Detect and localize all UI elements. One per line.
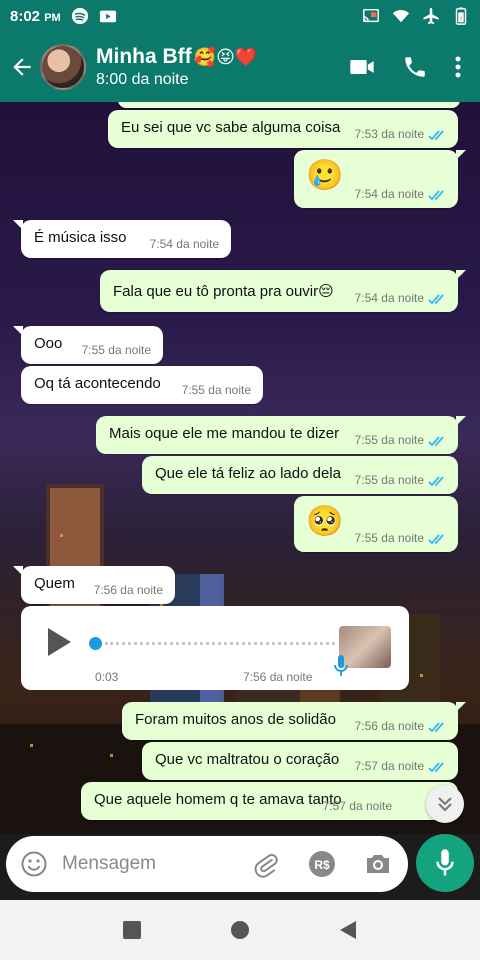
message-bubble-outgoing[interactable]: Eu sei que vc sabe alguma coisa 7:53 da … <box>108 110 458 148</box>
record-voice-button[interactable] <box>416 834 474 892</box>
back-arrow-icon <box>13 58 31 76</box>
read-ticks-icon <box>428 130 444 141</box>
cast-icon <box>363 8 379 23</box>
read-ticks-icon <box>428 190 444 201</box>
status-ampm: PM <box>44 11 61 24</box>
chat-area[interactable]: Eu sei que vc sabe alguma coisa 7:53 da … <box>0 102 480 834</box>
double-chevron-down-icon <box>438 797 452 812</box>
read-ticks-icon <box>428 294 444 305</box>
message-bubble-outgoing[interactable]: 🥺 7:55 da noite <box>294 496 458 552</box>
message-bubble-outgoing[interactable]: Foram muitos anos de solidão 7:56 da noi… <box>122 702 466 740</box>
contact-name: Minha Bff 🥰😝❤️ <box>96 45 258 68</box>
video-notification-icon <box>99 10 116 23</box>
spotify-icon <box>71 7 88 25</box>
read-ticks-icon <box>428 534 444 545</box>
read-ticks-icon <box>428 762 444 773</box>
camera-icon[interactable] <box>364 850 392 878</box>
message-bubble-incoming[interactable]: Quem 7:56 da noite <box>13 566 175 604</box>
mic-icon <box>436 849 454 876</box>
audio-duration: 0:03 <box>95 670 119 684</box>
message-composer: R$ <box>6 836 408 892</box>
message-bubble-outgoing[interactable]: Que vc maltratou o coração 7:57 da noite <box>142 742 458 780</box>
read-ticks-icon <box>428 722 444 733</box>
play-icon[interactable] <box>45 626 73 658</box>
read-ticks-icon <box>428 436 444 447</box>
message-bubble-partial <box>118 102 460 108</box>
audio-time: 7:56 da noite <box>243 670 313 684</box>
avatar[interactable] <box>40 44 86 90</box>
audio-progress-knob[interactable] <box>89 637 102 650</box>
payment-icon[interactable]: R$ <box>308 850 336 878</box>
message-input[interactable] <box>62 848 242 880</box>
contact-info[interactable]: Minha Bff 🥰😝❤️ 8:00 da noite <box>96 45 257 89</box>
read-ticks-icon <box>428 476 444 487</box>
more-vert-icon[interactable] <box>454 55 462 79</box>
message-bubble-outgoing[interactable]: Que aquele homem q te amava tanto 7:57 d… <box>81 782 458 820</box>
back-button[interactable] <box>4 49 40 85</box>
video-call-icon[interactable] <box>348 53 376 81</box>
svg-text:R$: R$ <box>314 858 330 872</box>
chat-header: Minha Bff 🥰😝❤️ 8:00 da noite <box>0 32 480 102</box>
airplane-icon <box>423 7 439 25</box>
message-bubble-outgoing[interactable]: Mais oque ele me mandou te dizer 7:55 da… <box>96 416 466 454</box>
mic-icon <box>334 655 348 676</box>
svg-text:!: ! <box>460 17 462 23</box>
message-bubble-outgoing[interactable]: 🥲 7:54 da noite <box>294 150 466 208</box>
emoji-icon[interactable] <box>20 850 48 878</box>
nav-recents-icon[interactable] <box>122 920 142 940</box>
status-time: 8:02 PM <box>10 7 61 25</box>
last-seen: 8:00 da noite <box>96 71 189 88</box>
attach-icon[interactable] <box>252 850 280 878</box>
message-bubble-outgoing[interactable]: Que ele tá feliz ao lado dela 7:55 da no… <box>142 456 458 494</box>
contact-name-emojis: 🥰😝❤️ <box>193 46 258 67</box>
message-bubble-incoming[interactable]: Ooo 7:55 da noite <box>13 326 163 364</box>
nav-home-icon[interactable] <box>230 920 250 940</box>
battery-icon: ! <box>455 7 467 25</box>
system-navigation-bar <box>0 900 480 960</box>
scroll-to-bottom-button[interactable] <box>426 785 464 823</box>
message-bubble-incoming[interactable]: Oq tá acontecendo 7:55 da noite <box>21 366 263 404</box>
message-bubble-incoming[interactable]: É música isso 7:54 da noite <box>13 220 231 258</box>
wifi-icon <box>392 10 410 23</box>
audio-message[interactable]: 0:03 7:56 da noite <box>21 606 409 690</box>
phone-icon[interactable] <box>402 54 428 80</box>
nav-back-icon[interactable] <box>338 920 358 940</box>
status-bar: 8:02 PM ! <box>0 0 480 32</box>
audio-waveform[interactable] <box>105 642 335 645</box>
message-bubble-outgoing[interactable]: Fala que eu tô pronta pra ouvir😔 7:54 da… <box>100 270 466 312</box>
